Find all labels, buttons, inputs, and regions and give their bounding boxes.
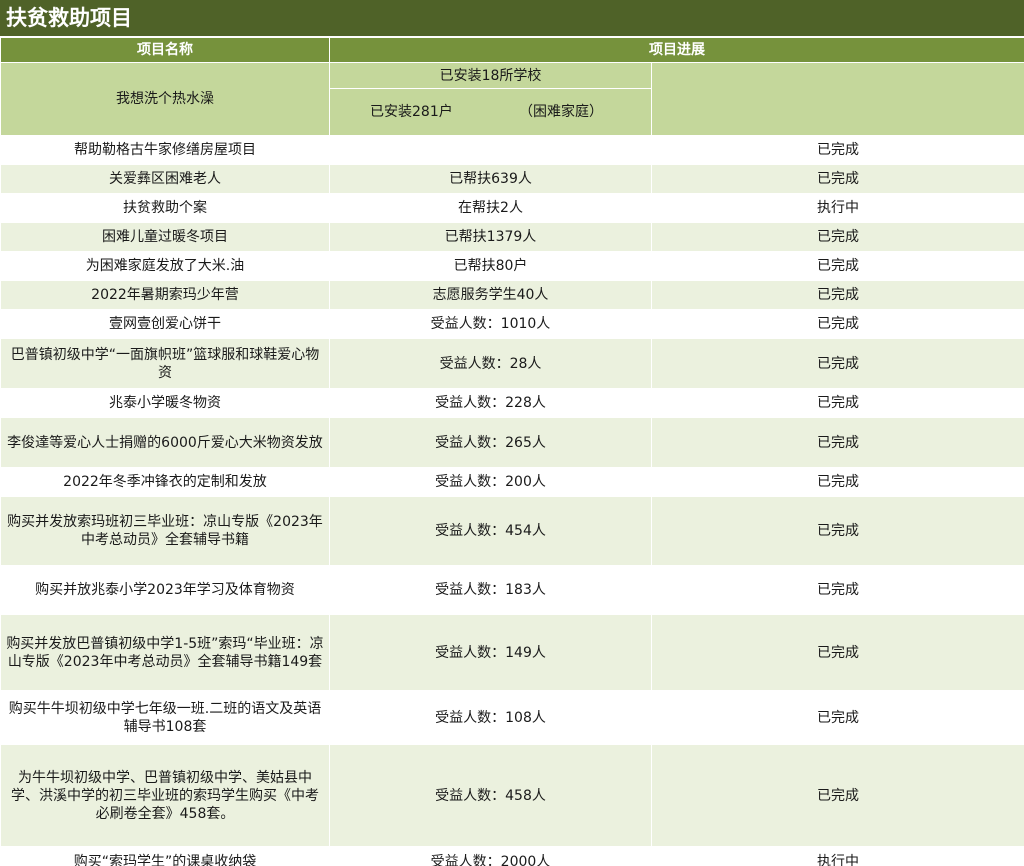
project-detail-cell[interactable]: 受益人数：2000人 (329, 846, 652, 866)
project-detail-cell[interactable]: 受益人数：200人 (329, 467, 652, 497)
project-name-cell[interactable]: 关爱彝区困难老人 (0, 164, 330, 194)
project-name-cell[interactable]: 2022年暑期索玛少年营 (0, 280, 330, 310)
project-status-cell[interactable]: 执行中 (651, 846, 1024, 866)
project-status-cell[interactable]: 已完成 (651, 417, 1024, 468)
project-status-cell[interactable]: 已完成 (651, 614, 1024, 691)
project-name-cell[interactable]: 困难儿童过暖冬项目 (0, 222, 330, 252)
project-detail-cell[interactable]: 已帮扶1379人 (329, 222, 652, 252)
project-name-cell[interactable]: 购买并发放巴普镇初级中学1-5班”索玛“毕业班：凉山专版《2023年中考总动员》… (0, 614, 330, 691)
project-status-cell[interactable]: 已完成 (651, 251, 1024, 281)
project-detail-cell[interactable]: 受益人数：458人 (329, 744, 652, 847)
project-detail-cell[interactable]: 已帮扶80户 (329, 251, 652, 281)
table-row: 为困难家庭发放了大米.油 已帮扶80户 已完成 (0, 251, 1024, 281)
first-project-line2[interactable]: 已安装281户 （困难家庭） (329, 88, 652, 136)
first-project-name[interactable]: 我想洗个热水澡 (0, 62, 330, 136)
project-detail-cell[interactable]: 受益人数：183人 (329, 565, 652, 615)
project-name-cell[interactable]: 为困难家庭发放了大米.油 (0, 251, 330, 281)
project-status-cell[interactable]: 已完成 (651, 565, 1024, 615)
project-status-cell[interactable]: 已完成 (651, 135, 1024, 165)
project-detail-cell[interactable]: 志愿服务学生40人 (329, 280, 652, 310)
table-row: 巴普镇初级中学“一面旗帜班”篮球服和球鞋爱心物资 受益人数：28人 已完成 (0, 338, 1024, 389)
project-detail-cell[interactable] (329, 135, 652, 165)
project-name-cell[interactable]: 购买并放兆泰小学2023年学习及体育物资 (0, 565, 330, 615)
project-detail-cell[interactable]: 受益人数：1010人 (329, 309, 652, 339)
table-row: 购买并发放索玛班初三毕业班：凉山专版《2023年中考总动员》全套辅导书籍 受益人数… (0, 496, 1024, 566)
table-row: 为牛牛坝初级中学、巴普镇初级中学、美姑县中学、洪溪中学的初三毕业班的索玛学生购买… (0, 744, 1024, 847)
table-row: 购买牛牛坝初级中学七年级一班.二班的语文及英语辅导书108套 受益人数：108人已… (0, 690, 1024, 745)
first-project-line2-left: 已安装281户 (370, 104, 453, 120)
table-row: 购买“索玛学生”的课桌收纳袋 受益人数：2000人 执行中 (0, 846, 1024, 866)
project-detail-cell[interactable]: 在帮扶2人 (329, 193, 652, 223)
project-status-cell[interactable]: 已完成 (651, 496, 1024, 566)
project-status-cell[interactable]: 已完成 (651, 222, 1024, 252)
project-status-cell[interactable]: 已完成 (651, 388, 1024, 418)
project-name-cell[interactable]: 购买牛牛坝初级中学七年级一班.二班的语文及英语辅导书108套 (0, 690, 330, 745)
table-row: 购买并放兆泰小学2023年学习及体育物资 受益人数：183人 已完成 (0, 565, 1024, 615)
table-row: 困难儿童过暖冬项目 已帮扶1379人 已完成 (0, 222, 1024, 252)
project-name-cell[interactable]: 壹网壹创爱心饼干 (0, 309, 330, 339)
project-status-cell[interactable]: 已完成 (651, 280, 1024, 310)
project-status-cell[interactable]: 已完成 (651, 309, 1024, 339)
first-project-row: 我想洗个热水澡 已安装18所学校 (0, 62, 1024, 136)
project-name-cell[interactable]: 购买“索玛学生”的课桌收纳袋 (0, 846, 330, 866)
project-status-cell[interactable]: 已完成 (651, 690, 1024, 745)
table-row: 2022年暑期索玛少年营 志愿服务学生40人 已完成 (0, 280, 1024, 310)
project-detail-cell[interactable]: 已帮扶639人 (329, 164, 652, 194)
project-name-cell[interactable]: 为牛牛坝初级中学、巴普镇初级中学、美姑县中学、洪溪中学的初三毕业班的索玛学生购买… (0, 744, 330, 847)
spreadsheet: 扶贫救助项目 项目名称 项目进展 我想洗个热水澡 已安装18所学校 已安装281… (0, 0, 1024, 866)
table-row: 购买并发放巴普镇初级中学1-5班”索玛“毕业班：凉山专版《2023年中考总动员》… (0, 614, 1024, 691)
table-row: 扶贫救助个案 在帮扶2人 执行中 (0, 193, 1024, 223)
table-row: 壹网壹创爱心饼干 受益人数：1010人 已完成 (0, 309, 1024, 339)
project-name-cell[interactable]: 购买并发放索玛班初三毕业班：凉山专版《2023年中考总动员》全套辅导书籍 (0, 496, 330, 566)
column-header-name[interactable]: 项目名称 (0, 37, 330, 63)
project-detail-cell[interactable]: 受益人数：265人 (329, 417, 652, 468)
table-row: 李俊達等爱心人士捐赠的6000斤爱心大米物资发放 受益人数：265人 已完成 (0, 417, 1024, 468)
sheet-title: 扶贫救助项目 (0, 0, 1024, 37)
project-detail-cell[interactable]: 受益人数：228人 (329, 388, 652, 418)
project-status-cell[interactable]: 已完成 (651, 744, 1024, 847)
project-name-cell[interactable]: 巴普镇初级中学“一面旗帜班”篮球服和球鞋爱心物资 (0, 338, 330, 389)
table-row: 关爱彝区困难老人 已帮扶639人 已完成 (0, 164, 1024, 194)
column-header-progress[interactable]: 项目进展 (329, 37, 1024, 63)
first-project-status[interactable] (651, 62, 1024, 136)
project-status-cell[interactable]: 执行中 (651, 193, 1024, 223)
project-detail-cell[interactable]: 受益人数：108人 (329, 690, 652, 745)
first-project-line2-right: （困难家庭） (519, 104, 603, 120)
table-row: 帮助勒格古牛家修缮房屋项目 已完成 (0, 135, 1024, 165)
first-project-line1[interactable]: 已安装18所学校 (329, 62, 652, 89)
project-table: 项目名称 项目进展 我想洗个热水澡 已安装18所学校 已安装281户 （困难家庭… (0, 37, 1024, 866)
table-row: 兆泰小学暖冬物资 受益人数：228人 已完成 (0, 388, 1024, 418)
project-status-cell[interactable]: 已完成 (651, 338, 1024, 389)
project-status-cell[interactable]: 已完成 (651, 164, 1024, 194)
project-name-cell[interactable]: 兆泰小学暖冬物资 (0, 388, 330, 418)
table-row: 2022年冬季冲锋衣的定制和发放 受益人数：200人 已完成 (0, 467, 1024, 497)
project-detail-cell[interactable]: 受益人数：149人 (329, 614, 652, 691)
header-row: 项目名称 项目进展 (0, 37, 1024, 63)
project-name-cell[interactable]: 李俊達等爱心人士捐赠的6000斤爱心大米物资发放 (0, 417, 330, 468)
project-detail-cell[interactable]: 受益人数：454人 (329, 496, 652, 566)
project-name-cell[interactable]: 2022年冬季冲锋衣的定制和发放 (0, 467, 330, 497)
project-name-cell[interactable]: 帮助勒格古牛家修缮房屋项目 (0, 135, 330, 165)
project-detail-cell[interactable]: 受益人数：28人 (329, 338, 652, 389)
project-status-cell[interactable]: 已完成 (651, 467, 1024, 497)
project-name-cell[interactable]: 扶贫救助个案 (0, 193, 330, 223)
